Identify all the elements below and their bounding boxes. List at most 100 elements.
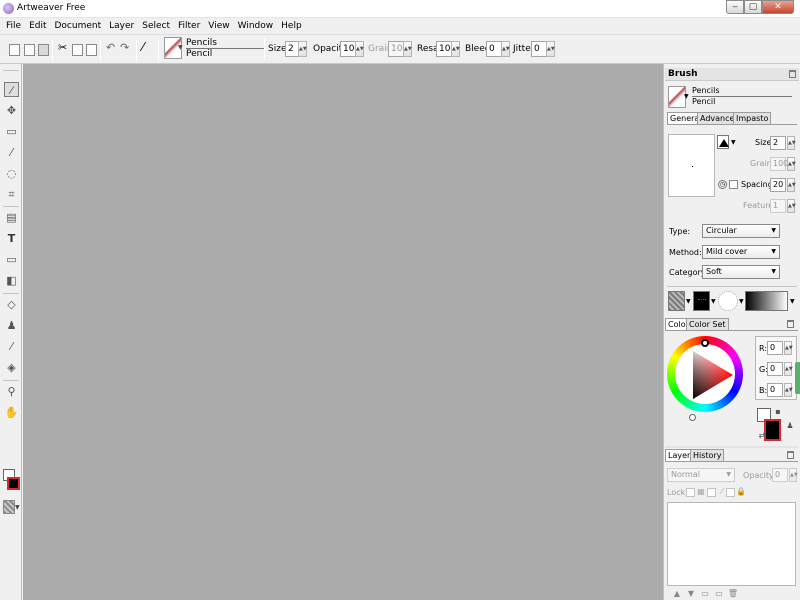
size-spinner[interactable]: ▲▼ <box>298 41 307 57</box>
panel-menu-icon[interactable] <box>787 451 794 459</box>
menu-file[interactable]: File <box>2 21 25 31</box>
lock-transparency-checkbox[interactable] <box>686 488 695 497</box>
redo-icon[interactable]: ↷ <box>120 41 131 54</box>
stamp-icon[interactable]: ♟ <box>4 318 19 333</box>
g-spinner[interactable]: ▲▼ <box>784 362 793 376</box>
paper-texture-icon[interactable] <box>668 291 685 311</box>
text-tool-icon[interactable]: T <box>4 231 19 246</box>
new-layer-icon[interactable]: ▭ <box>699 588 711 600</box>
maximize-button[interactable]: ▢ <box>744 0 762 14</box>
duplicate-layer-icon[interactable]: ▭ <box>713 588 725 600</box>
layer-opacity-spinner[interactable]: ▲▼ <box>789 468 798 482</box>
g-input[interactable]: 0 <box>767 362 783 376</box>
pencil-tool-icon[interactable]: ⁄ <box>4 82 19 97</box>
layer-opacity-input[interactable]: 0 <box>772 468 788 482</box>
shape-tool-icon[interactable]: ▭ <box>4 252 19 267</box>
cut-icon[interactable]: ✂ <box>58 41 69 54</box>
reset-colors-icon[interactable]: ▪ <box>772 406 784 418</box>
menu-edit[interactable]: Edit <box>25 21 50 31</box>
rectangle-select-icon[interactable]: ▭ <box>4 124 19 139</box>
nozzle-icon[interactable] <box>718 291 738 311</box>
spacing-input[interactable]: 20 <box>770 178 786 192</box>
chevron-down-icon[interactable]: ▼ <box>686 298 691 305</box>
chevron-down-icon[interactable]: ▼ <box>711 298 716 305</box>
perspective-icon[interactable]: ▤ <box>4 210 19 225</box>
chevron-down-icon[interactable]: ▼ <box>15 504 20 511</box>
move-down-icon[interactable]: ▼ <box>685 588 697 600</box>
chevron-down-icon[interactable]: ▼ <box>790 298 795 305</box>
blend-mode-select[interactable]: Normal ▼ <box>667 468 735 482</box>
menu-window[interactable]: Window <box>234 21 278 31</box>
brush-tool-icon[interactable]: ⁄ <box>142 40 153 54</box>
brush-panel-variant[interactable]: Pencil <box>692 97 715 106</box>
panel-menu-icon[interactable] <box>787 320 794 328</box>
brush-size-spinner[interactable]: ▲▼ <box>787 136 796 150</box>
move-up-icon[interactable]: ▲ <box>671 588 683 600</box>
brush-grain-spinner[interactable]: ▲▼ <box>787 157 796 171</box>
resat-input[interactable]: 100 <box>436 41 456 57</box>
feature-spinner[interactable]: ▲▼ <box>787 199 796 213</box>
bleed-spinner[interactable]: ▲▼ <box>501 41 510 57</box>
lock-pixels-checkbox[interactable] <box>707 488 716 497</box>
tab-history[interactable]: History <box>690 449 725 461</box>
move-tool-icon[interactable]: ✥ <box>4 103 19 118</box>
hand-tool-icon[interactable]: ✋ <box>4 405 19 420</box>
menu-filter[interactable]: Filter <box>174 21 204 31</box>
spacing-checkbox[interactable] <box>729 180 738 189</box>
brush-size-input[interactable]: 2 <box>770 136 786 150</box>
tab-impasto[interactable]: Impasto <box>733 112 772 124</box>
jitter-spinner[interactable]: ▲▼ <box>546 41 555 57</box>
eyedropper-icon[interactable]: ⁄ <box>4 339 19 354</box>
brush-variant[interactable]: Pencil <box>186 49 212 59</box>
copy-icon[interactable] <box>72 44 83 56</box>
save-icon[interactable] <box>38 44 49 56</box>
eraser-icon[interactable]: ◇ <box>4 297 19 312</box>
canvas-area[interactable] <box>23 64 663 600</box>
open-folder-icon[interactable] <box>24 44 35 56</box>
b-spinner[interactable]: ▲▼ <box>784 383 793 397</box>
chevron-down-icon[interactable]: ▼ <box>731 139 736 146</box>
type-select[interactable]: Circular ▼ <box>702 224 780 238</box>
category-select[interactable]: Soft ▼ <box>702 265 780 279</box>
color-triangle[interactable] <box>675 345 735 405</box>
menu-view[interactable]: View <box>204 21 233 31</box>
panel-menu-icon[interactable] <box>789 70 796 78</box>
resat-spinner[interactable]: ▲▼ <box>451 41 460 57</box>
size-input[interactable]: 2 <box>285 41 299 57</box>
method-select[interactable]: Mild cover ▼ <box>702 245 780 259</box>
crop-icon[interactable]: ⌗ <box>4 187 19 202</box>
layer-list[interactable] <box>667 502 796 586</box>
menu-help[interactable]: Help <box>277 21 306 31</box>
b-input[interactable]: 0 <box>767 383 783 397</box>
r-input[interactable]: 0 <box>767 341 783 355</box>
brush-category[interactable]: Pencils <box>186 38 217 48</box>
lock-position-checkbox[interactable] <box>726 488 735 497</box>
grain-input[interactable]: 100 <box>388 41 408 57</box>
clock-icon[interactable]: ◷ <box>718 180 727 189</box>
color-marker[interactable] <box>689 414 696 421</box>
opacity-spinner[interactable]: ▲▼ <box>355 41 364 57</box>
side-handle[interactable] <box>795 362 800 394</box>
paste-icon[interactable] <box>86 44 97 56</box>
jitter-input[interactable]: 0 <box>531 41 547 57</box>
brush-grain-input[interactable]: 100 <box>770 157 788 171</box>
minimize-button[interactable]: ‒ <box>726 0 744 14</box>
new-document-icon[interactable] <box>9 44 20 56</box>
foreground-color-swatch[interactable] <box>7 477 20 490</box>
menu-select[interactable]: Select <box>138 21 174 31</box>
grain-spinner[interactable]: ▲▼ <box>403 41 412 57</box>
spacing-spinner[interactable]: ▲▼ <box>787 178 796 192</box>
menu-layer[interactable]: Layer <box>105 21 138 31</box>
gradient-tool-icon[interactable]: ◧ <box>4 273 19 288</box>
brush-shape-icon[interactable] <box>717 135 729 149</box>
undo-icon[interactable]: ↶ <box>106 41 117 54</box>
hue-marker[interactable] <box>701 339 709 347</box>
opacity-input[interactable]: 100 <box>340 41 360 57</box>
tab-color-set[interactable]: Color Set <box>686 318 729 330</box>
menu-document[interactable]: Document <box>51 21 106 31</box>
close-button[interactable]: ✕ <box>762 0 794 14</box>
chevron-down-icon[interactable]: ▼ <box>684 93 689 100</box>
zoom-icon[interactable]: ⚲ <box>4 384 19 399</box>
fill-bucket-icon[interactable]: ◈ <box>4 360 19 375</box>
pattern-icon[interactable] <box>693 291 710 311</box>
